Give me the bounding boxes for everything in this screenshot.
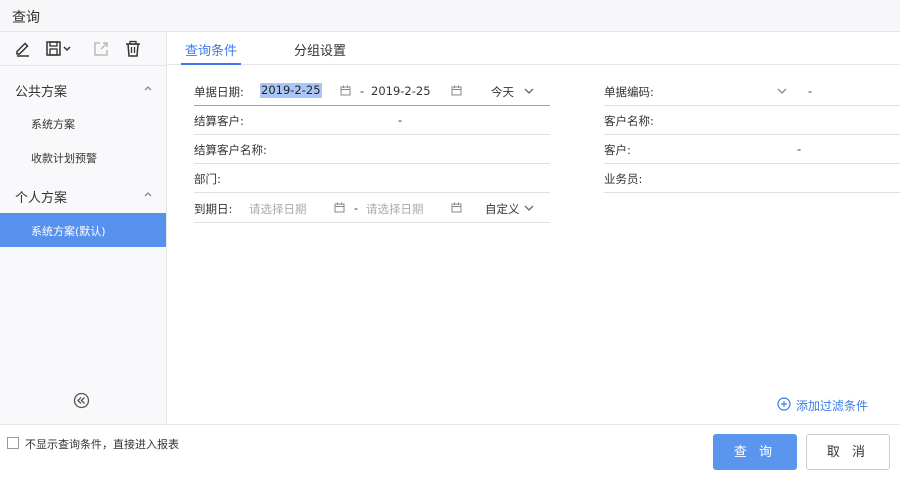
salesperson-field[interactable]: 业务员: bbox=[604, 165, 900, 193]
dialog-footer: 不显示查询条件，直接进入报表 查 询 取 消 bbox=[0, 424, 900, 482]
cancel-button[interactable]: 取 消 bbox=[806, 434, 890, 470]
scheme-item-system-default[interactable]: 系统方案(默认) bbox=[0, 213, 166, 247]
save-icon[interactable] bbox=[45, 40, 73, 58]
plus-circle-icon bbox=[777, 397, 791, 411]
chevron-down-icon[interactable] bbox=[777, 87, 787, 95]
customer-name-field[interactable]: 客户名称: bbox=[604, 107, 900, 135]
due-date-from-input[interactable]: 请选择日期 bbox=[249, 201, 307, 217]
department-field[interactable]: 部门: bbox=[194, 165, 550, 193]
edit-icon[interactable] bbox=[14, 40, 32, 58]
department-label: 部门: bbox=[194, 172, 221, 186]
calendar-icon[interactable] bbox=[451, 85, 462, 96]
calendar-icon[interactable] bbox=[451, 202, 462, 213]
customer-label: 客户: bbox=[604, 143, 631, 157]
settle-customer-name-field[interactable]: 结算客户名称: bbox=[194, 136, 550, 164]
customer-field[interactable]: 客户: - bbox=[604, 136, 900, 164]
due-date-range-select[interactable]: 自定义 bbox=[485, 201, 520, 217]
chevron-up-icon[interactable] bbox=[142, 188, 154, 200]
settle-customer-field[interactable]: 结算客户: - bbox=[194, 107, 550, 135]
range-separator: - bbox=[797, 142, 802, 156]
scheme-item-label: 系统方案(默认) bbox=[31, 225, 106, 238]
chevron-up-icon[interactable] bbox=[142, 82, 154, 94]
doc-date-range-select[interactable]: 今天 bbox=[491, 84, 514, 100]
delete-icon[interactable] bbox=[124, 40, 142, 58]
scheme-item-system[interactable]: 系统方案 bbox=[0, 106, 166, 140]
tab-label: 分组设置 bbox=[294, 44, 347, 59]
scheme-toolbar bbox=[0, 32, 166, 66]
tab-label: 查询条件 bbox=[185, 44, 238, 59]
chevron-down-icon[interactable] bbox=[524, 87, 534, 95]
settle-customer-name-label: 结算客户名称: bbox=[194, 143, 267, 157]
due-date-field: 到期日: 请选择日期 - 请选择日期 自定义 bbox=[194, 195, 550, 223]
calendar-icon[interactable] bbox=[340, 85, 351, 96]
public-schemes-header[interactable]: 公共方案 bbox=[0, 70, 166, 106]
tab-query-conditions[interactable]: 查询条件 bbox=[181, 32, 241, 65]
public-schemes-label: 公共方案 bbox=[15, 85, 68, 100]
customer-name-label: 客户名称: bbox=[604, 114, 654, 128]
collapse-sidebar-icon[interactable] bbox=[73, 392, 90, 409]
doc-date-field: 单据日期: 2019-2-25 - 2019-2-25 今天 bbox=[194, 78, 550, 106]
scheme-sidebar: 公共方案 系统方案 收款计划预警 个人方案 系统方案(默认) bbox=[0, 32, 167, 424]
query-button[interactable]: 查 询 bbox=[713, 434, 797, 470]
scheme-item-label: 系统方案 bbox=[31, 118, 75, 131]
skip-conditions-label: 不显示查询条件，直接进入报表 bbox=[25, 438, 179, 451]
scheme-item-label: 收款计划预警 bbox=[31, 152, 97, 165]
chevron-down-icon[interactable] bbox=[524, 204, 534, 212]
window-title: 查询 bbox=[12, 10, 40, 26]
date-range-separator: - bbox=[354, 201, 359, 215]
doc-date-label: 单据日期: bbox=[194, 85, 244, 99]
title-bar: 查询 bbox=[0, 0, 900, 32]
personal-schemes-header[interactable]: 个人方案 bbox=[0, 176, 166, 212]
date-range-separator: - bbox=[360, 84, 365, 98]
doc-date-from-input[interactable]: 2019-2-25 bbox=[260, 83, 322, 98]
add-filter-label: 添加过滤条件 bbox=[796, 399, 869, 413]
tab-bar: 查询条件 分组设置 bbox=[167, 32, 900, 65]
export-icon[interactable] bbox=[92, 40, 110, 58]
range-separator: - bbox=[808, 84, 813, 98]
doc-code-label: 单据编码: bbox=[604, 85, 654, 99]
due-date-label: 到期日: bbox=[194, 202, 233, 216]
range-separator: - bbox=[398, 113, 403, 127]
skip-conditions-checkbox[interactable] bbox=[7, 437, 19, 449]
tab-group-settings[interactable]: 分组设置 bbox=[294, 32, 346, 64]
doc-code-field[interactable]: 单据编码: - bbox=[604, 78, 900, 106]
calendar-icon[interactable] bbox=[334, 202, 345, 213]
personal-schemes-label: 个人方案 bbox=[15, 191, 68, 206]
doc-date-to-input[interactable]: 2019-2-25 bbox=[371, 84, 431, 98]
salesperson-label: 业务员: bbox=[604, 172, 643, 186]
due-date-to-input[interactable]: 请选择日期 bbox=[366, 201, 424, 217]
scheme-item-collection-warning[interactable]: 收款计划预警 bbox=[0, 140, 166, 174]
settle-customer-label: 结算客户: bbox=[194, 114, 244, 128]
